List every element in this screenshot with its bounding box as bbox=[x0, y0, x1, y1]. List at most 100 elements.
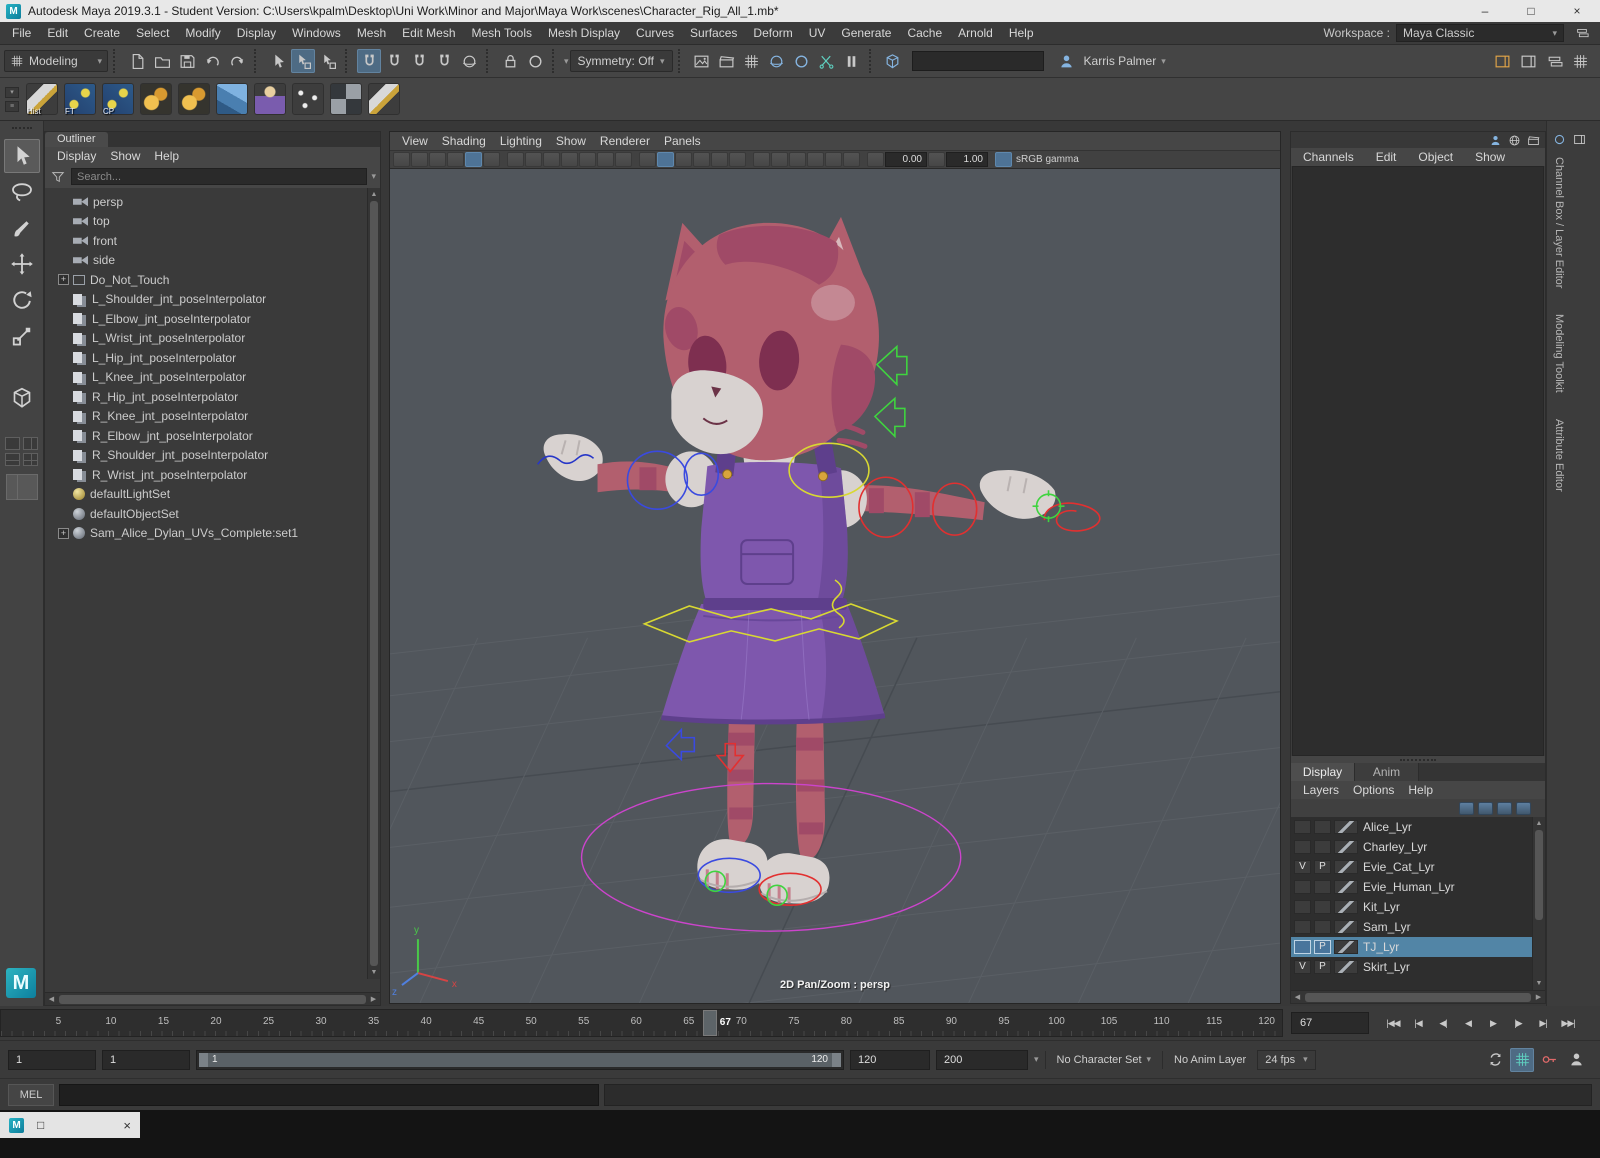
open-scene-button[interactable] bbox=[150, 49, 174, 73]
scroll-left-icon[interactable]: ◀ bbox=[1291, 993, 1304, 1001]
menu-item[interactable]: Select bbox=[128, 22, 177, 44]
make-live-icon[interactable] bbox=[457, 49, 481, 73]
launch-application-icon[interactable] bbox=[881, 49, 905, 73]
outliner-horizontal-scrollbar[interactable]: ◀ ▶ bbox=[45, 992, 380, 1005]
viewport-toolbar-icon[interactable] bbox=[465, 152, 482, 167]
select-tool[interactable] bbox=[3, 139, 40, 173]
outliner-row[interactable]: L_Knee_jnt_poseInterpolator bbox=[45, 368, 366, 388]
viewport-toolbar-icon[interactable] bbox=[657, 152, 674, 167]
panel-splitter[interactable] bbox=[1291, 756, 1545, 763]
layer-playback-toggle[interactable] bbox=[1314, 840, 1331, 854]
minimize-button[interactable]: – bbox=[1462, 0, 1508, 22]
render-current-frame-icon[interactable] bbox=[715, 49, 739, 73]
viewport-menu-item[interactable]: Renderer bbox=[593, 132, 657, 150]
viewport-toolbar-icon[interactable] bbox=[393, 152, 410, 167]
playback-button[interactable]: ◀| bbox=[1431, 1011, 1455, 1035]
layer-editor-menu-item[interactable]: Help bbox=[1401, 781, 1440, 799]
outliner-row[interactable]: R_Elbow_jnt_poseInterpolator bbox=[45, 426, 366, 446]
chevron-down-icon[interactable]: ▾ bbox=[1034, 1054, 1039, 1065]
shelf-item[interactable]: Hist bbox=[24, 81, 60, 117]
viewport-toolbar-icon[interactable] bbox=[429, 152, 446, 167]
menu-item[interactable]: Help bbox=[1001, 22, 1042, 44]
snap-to-point-icon[interactable] bbox=[407, 49, 431, 73]
viewport-toolbar-icon[interactable] bbox=[507, 152, 524, 167]
outliner-row[interactable]: L_Shoulder_jnt_poseInterpolator bbox=[45, 290, 366, 310]
animation-end-field[interactable]: 200 bbox=[936, 1049, 1028, 1070]
character-head[interactable] bbox=[660, 216, 879, 461]
symmetry-selector[interactable]: Symmetry: Off ▾ bbox=[569, 50, 673, 72]
outliner-row[interactable]: R_Shoulder_jnt_poseInterpolator bbox=[45, 446, 366, 466]
two-pane-layout-button[interactable] bbox=[22, 437, 38, 450]
layer-row[interactable]: P TJ_Lyr bbox=[1291, 937, 1532, 957]
playback-button[interactable]: ▶▶| bbox=[1556, 1011, 1580, 1035]
shelf-item[interactable] bbox=[176, 81, 212, 117]
snap-to-projected-center-icon[interactable] bbox=[432, 49, 456, 73]
viewport-canvas[interactable]: y x z 2D Pan/Zoom : persp bbox=[390, 169, 1280, 1003]
toolbar-separator[interactable] bbox=[113, 49, 120, 73]
move-tool[interactable] bbox=[4, 247, 40, 281]
outliner-row[interactable]: R_Hip_jnt_poseInterpolator bbox=[45, 387, 366, 407]
snap-to-curve-icon[interactable] bbox=[382, 49, 406, 73]
filter-icon[interactable] bbox=[49, 168, 67, 185]
scrollbar-thumb[interactable] bbox=[1535, 830, 1543, 920]
close-button[interactable]: × bbox=[1554, 0, 1600, 22]
menu-set-selector[interactable]: Modeling ▾ bbox=[4, 50, 108, 72]
current-frame-field[interactable]: 67 bbox=[1291, 1012, 1369, 1034]
highlight-selection-icon[interactable] bbox=[523, 49, 547, 73]
viewport-toolbar-icon[interactable] bbox=[579, 152, 596, 167]
playback-button[interactable]: ▶| bbox=[1531, 1011, 1555, 1035]
render-sequence-icon[interactable] bbox=[815, 49, 839, 73]
channel-box-menu-item[interactable]: Edit bbox=[1369, 148, 1404, 166]
scroll-up-icon[interactable]: ▲ bbox=[1533, 817, 1545, 830]
menu-item[interactable]: Deform bbox=[745, 22, 800, 44]
account-menu[interactable]: Karris Palmer ▾ bbox=[1055, 49, 1166, 73]
rotate-tool[interactable] bbox=[4, 283, 40, 317]
toolbar-separator[interactable] bbox=[254, 49, 261, 73]
anim-layer-selector[interactable]: No Anim Layer bbox=[1169, 1054, 1251, 1066]
layer-visibility-toggle[interactable] bbox=[1294, 900, 1311, 914]
redo-button[interactable] bbox=[225, 49, 249, 73]
tab-anim[interactable]: Anim bbox=[1355, 763, 1419, 781]
scroll-left-icon[interactable]: ◀ bbox=[45, 995, 58, 1003]
time-slider-strip[interactable]: 5 10 15 20 25 30 35 40 45 50 55 60 65 70 75 80 85 90 95 100… bbox=[0, 1009, 1283, 1037]
channel-box-menu-item[interactable]: Object bbox=[1411, 148, 1460, 166]
layer-row[interactable]: V P Skirt_Lyr bbox=[1291, 957, 1532, 977]
viewport-menu-item[interactable]: Lighting bbox=[493, 132, 549, 150]
layer-color-swatch[interactable] bbox=[1334, 820, 1358, 834]
background-window-titlebar[interactable]: M □ × bbox=[0, 1112, 140, 1138]
layer-color-swatch[interactable] bbox=[1334, 840, 1358, 854]
viewport-toolbar-icon[interactable] bbox=[615, 152, 632, 167]
person-icon[interactable] bbox=[1488, 133, 1503, 148]
viewport-toolbar-icon[interactable] bbox=[825, 152, 842, 167]
layer-color-swatch[interactable] bbox=[1334, 880, 1358, 894]
menu-item[interactable]: Edit Mesh bbox=[394, 22, 463, 44]
auto-keyframe-icon[interactable] bbox=[1537, 1048, 1561, 1072]
layer-playback-toggle[interactable] bbox=[1314, 820, 1331, 834]
shelf-item[interactable] bbox=[214, 81, 250, 117]
shelf-item[interactable] bbox=[366, 81, 402, 117]
viewport-menu-item[interactable]: View bbox=[395, 132, 435, 150]
outliner-tab[interactable]: Outliner bbox=[45, 132, 108, 147]
clapper-icon[interactable] bbox=[1526, 133, 1541, 148]
layer-editor-menu-item[interactable]: Options bbox=[1346, 781, 1401, 799]
channel-box-menu-item[interactable]: Channels bbox=[1296, 148, 1361, 166]
layer-playback-toggle[interactable] bbox=[1314, 920, 1331, 934]
viewport-toolbar-icon[interactable] bbox=[693, 152, 710, 167]
gamma-icon[interactable] bbox=[928, 152, 945, 167]
viewport-toolbar-icon[interactable] bbox=[753, 152, 770, 167]
toolbar-separator[interactable] bbox=[868, 49, 876, 73]
animation-start-field[interactable]: 1 bbox=[8, 1049, 96, 1070]
exposure-field[interactable]: 0.00 bbox=[885, 152, 927, 167]
layer-row[interactable]: Charley_Lyr bbox=[1291, 837, 1532, 857]
channel-box-menu-item[interactable]: Show bbox=[1468, 148, 1512, 166]
outliner-row[interactable]: defaultObjectSet bbox=[45, 504, 366, 524]
outliner-row[interactable]: top bbox=[45, 212, 366, 232]
four-pane-layout-button[interactable] bbox=[22, 453, 38, 466]
layer-color-swatch[interactable] bbox=[1334, 860, 1358, 874]
show-tool-settings-icon[interactable] bbox=[1516, 49, 1540, 73]
layer-visibility-toggle[interactable]: V bbox=[1294, 860, 1311, 874]
shelf-item[interactable] bbox=[328, 81, 364, 117]
outliner-row[interactable]: + Do_Not_Touch bbox=[45, 270, 366, 290]
menu-item[interactable]: Mesh Display bbox=[540, 22, 628, 44]
layer-playback-toggle[interactable] bbox=[1314, 900, 1331, 914]
